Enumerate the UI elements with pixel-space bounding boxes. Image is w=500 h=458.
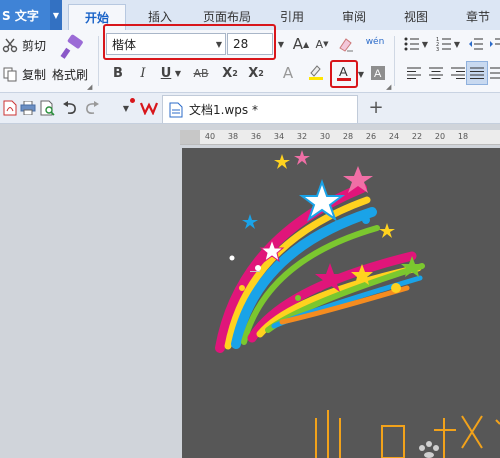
document-workspace: 40 38 36 34 32 30 28 26 24 22 20 18 [0, 124, 500, 458]
chevron-down-icon[interactable]: ▼ [356, 64, 366, 84]
highlight-icon[interactable] [306, 62, 326, 82]
tab-view[interactable]: 视图 [396, 4, 436, 30]
chevron-down-icon[interactable]: ▼ [275, 34, 287, 54]
ruler-tick: 28 [342, 132, 354, 141]
bold-button[interactable]: B [108, 63, 128, 83]
clear-format-icon[interactable] [336, 34, 356, 54]
horizontal-ruler[interactable]: 40 38 36 34 32 30 28 26 24 22 20 18 [180, 130, 500, 145]
ruler-tick: 26 [365, 132, 377, 141]
tab-review[interactable]: 审阅 [334, 4, 374, 30]
grow-font-button[interactable]: A ▲ [291, 34, 311, 54]
chevron-down-icon[interactable]: ▼ [50, 0, 62, 30]
shooting-star-clipart[interactable] [182, 148, 500, 458]
ribbon-home: 剪切 复制 格式刷 楷体 ▼ 28 ▼ A ▲ A ▼ wén B I U ▼ AB… [0, 24, 500, 93]
wps-logo-icon[interactable] [140, 100, 158, 116]
group-separator [394, 36, 395, 86]
subscript-button[interactable]: X2 [246, 63, 266, 83]
quick-access-toolbar: ▼ 文档1.wps * + [0, 93, 500, 124]
superscript-button[interactable]: X2 [220, 63, 240, 83]
undo-icon[interactable] [62, 100, 78, 116]
strikethrough-button[interactable]: AB [188, 63, 214, 83]
align-center-icon[interactable] [426, 63, 446, 83]
ruler-tick: 18 [457, 132, 469, 141]
format-painter-label: 格式刷 [52, 67, 89, 82]
format-painter-icon[interactable] [52, 32, 92, 62]
customize-toolbar-icon[interactable]: ▼ [116, 98, 136, 116]
clipboard-dialog-launcher-icon[interactable]: ◢ [87, 83, 92, 91]
ruler-tick: 38 [227, 132, 239, 141]
shrink-font-button[interactable]: A ▼ [312, 34, 332, 54]
group-separator [98, 36, 99, 86]
decorative-text-art [315, 410, 500, 458]
document-tab-title: 文档1.wps * [189, 103, 258, 117]
bullet-list-icon[interactable] [402, 34, 422, 54]
cut-button[interactable]: 剪切 [2, 34, 46, 56]
svg-text:A: A [339, 64, 348, 79]
ruler-tick: 36 [250, 132, 262, 141]
document-page[interactable] [182, 148, 500, 458]
chevron-down-icon[interactable]: ▼ [172, 63, 184, 83]
chevron-down-icon[interactable]: ▼ [452, 34, 462, 54]
document-icon [169, 102, 183, 118]
text-effect-icon[interactable]: A [278, 63, 298, 83]
align-left-icon[interactable] [404, 63, 424, 83]
tab-references[interactable]: 引用 [272, 4, 312, 30]
document-tab[interactable]: 文档1.wps * [162, 95, 358, 123]
app-name: S 文字 [2, 8, 39, 23]
ruler-tick: 22 [411, 132, 423, 141]
italic-button[interactable]: I [133, 63, 153, 83]
format-painter-button[interactable]: 格式刷 [52, 63, 88, 85]
ruler-tick: 24 [388, 132, 400, 141]
cut-label: 剪切 [22, 38, 47, 53]
print-preview-icon[interactable] [40, 100, 56, 116]
character-shading-icon[interactable]: A [368, 63, 388, 83]
distributed-align-icon[interactable] [490, 63, 500, 83]
svg-text:3: 3 [436, 47, 439, 51]
scissors-icon [2, 37, 18, 53]
redo-icon[interactable] [84, 100, 100, 116]
ruler-tick: 34 [273, 132, 285, 141]
app-menu-button[interactable]: S 文字 ▼ [0, 0, 62, 30]
pdf-icon[interactable] [2, 100, 18, 116]
increase-indent-icon[interactable] [486, 34, 500, 54]
decrease-indent-icon[interactable] [466, 34, 486, 54]
ruler-tick: 32 [296, 132, 308, 141]
ruler-tick: 30 [319, 132, 331, 141]
numbered-list-icon[interactable]: 123 [434, 34, 454, 54]
copy-label: 复制 [22, 67, 47, 82]
copy-button[interactable]: 复制 [2, 63, 46, 85]
justify-icon[interactable] [466, 61, 488, 85]
ruler-tick: 40 [204, 132, 216, 141]
pinyin-guide-button[interactable]: wén [362, 32, 388, 52]
print-icon[interactable] [20, 100, 36, 116]
copy-icon [2, 66, 18, 82]
chevron-down-icon[interactable]: ▼ [420, 34, 430, 54]
font-color-icon[interactable]: A [334, 63, 354, 83]
new-tab-icon[interactable]: + [368, 97, 384, 118]
paw-print-decoration [419, 441, 439, 458]
align-right-icon[interactable] [448, 63, 468, 83]
font-dialog-launcher-icon[interactable]: ◢ [386, 83, 391, 91]
font-highlight-box [103, 24, 276, 60]
svg-text:A: A [374, 68, 382, 80]
tab-chapter[interactable]: 章节 [458, 4, 498, 30]
page-margin-marker [250, 271, 260, 272]
ruler-tick: 20 [434, 132, 446, 141]
